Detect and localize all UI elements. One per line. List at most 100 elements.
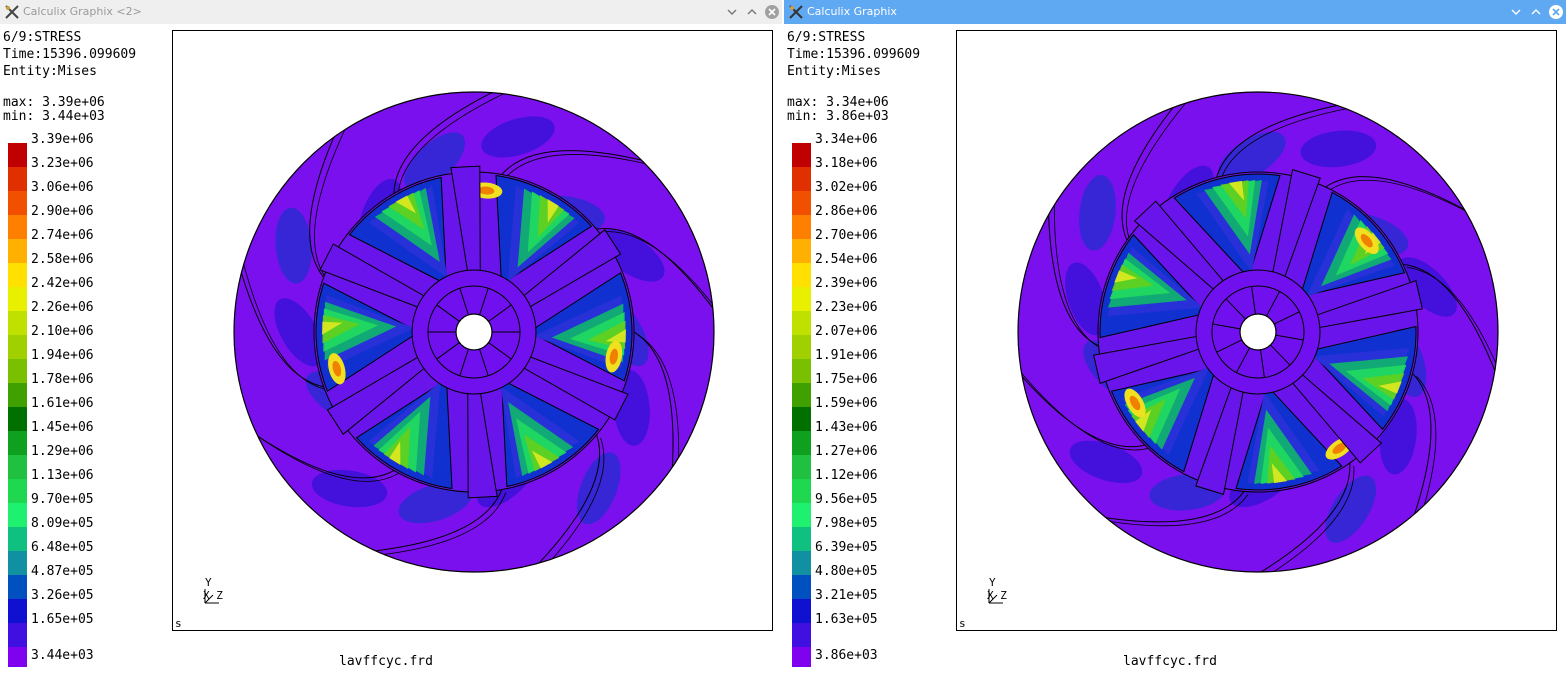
legend-label: 3.26e+05 (31, 588, 94, 603)
time-label: Time:15396.099609 (3, 47, 137, 62)
corner-mark: s (959, 617, 966, 630)
legend-swatch (792, 215, 811, 239)
legend-swatch (8, 359, 27, 383)
legend-swatch (792, 455, 811, 479)
legend-swatch (792, 503, 811, 527)
legend-label: 6.48e+05 (31, 540, 94, 555)
close-icon[interactable] (764, 4, 780, 20)
close-icon[interactable] (1548, 4, 1564, 20)
minimize-icon[interactable] (724, 4, 740, 20)
legend-label: 1.13e+06 (31, 468, 94, 483)
legend-swatch (792, 167, 811, 191)
legend-label: 1.78e+06 (31, 372, 94, 387)
legend-swatch (792, 551, 811, 575)
legend-swatch (8, 503, 27, 527)
legend-label: 4.80e+05 (815, 564, 878, 579)
legend-label: 3.02e+06 (815, 180, 878, 195)
legend-label: 3.06e+06 (31, 180, 94, 195)
titlebar[interactable]: Calculix Graphix (784, 0, 1566, 24)
app-icon (5, 5, 19, 19)
legend-label: 2.42e+06 (31, 276, 94, 291)
legend-swatch (8, 167, 27, 191)
legend-swatch (8, 647, 27, 667)
legend-swatch (8, 287, 27, 311)
legend-swatch (8, 527, 27, 551)
window-title: Calculix Graphix <2> (23, 5, 142, 18)
legend-swatch (8, 335, 27, 359)
legend-row: 3.44e+03 (8, 647, 128, 671)
axis-y-label: Y (205, 576, 212, 589)
legend-swatch (8, 143, 27, 167)
legend-swatch (792, 431, 811, 455)
legend-label: 8.09e+05 (31, 516, 94, 531)
legend-swatch (792, 383, 811, 407)
legend-label: 3.44e+03 (31, 648, 94, 663)
titlebar[interactable]: Calculix Graphix <2> (0, 0, 782, 24)
window-left: Calculix Graphix <2> 6/9:STRESS Time:1539… (0, 0, 782, 695)
legend-label: 2.86e+06 (815, 204, 878, 219)
window-right: Calculix Graphix 6/9:STRESS Time:15396.09… (784, 0, 1566, 695)
legend-label: 1.63e+05 (815, 612, 878, 627)
graphics-viewport[interactable]: Y X Z s (956, 30, 1557, 631)
legend-label: 1.59e+06 (815, 396, 878, 411)
legend-row: 1.65e+05 (8, 612, 128, 647)
legend-swatch (792, 335, 811, 359)
impeller-model[interactable] (957, 31, 1556, 630)
legend-label: 1.94e+06 (31, 348, 94, 363)
legend-label: 1.29e+06 (31, 444, 94, 459)
legend-label: 1.65e+05 (31, 612, 94, 627)
maximize-icon[interactable] (1528, 4, 1544, 20)
legend-label: 9.70e+05 (31, 492, 94, 507)
impeller-model[interactable] (173, 31, 772, 630)
legend-swatch (792, 623, 811, 647)
result-info: 6/9:STRESS Time:15396.099609 Entity:Mises (787, 29, 920, 80)
filename-label: lavffcyc.frd (1123, 654, 1217, 669)
legend-label: 1.91e+06 (815, 348, 878, 363)
legend-label: 9.56e+05 (815, 492, 878, 507)
legend-swatch (8, 407, 27, 431)
legend-swatch (8, 623, 27, 647)
legend-swatch (8, 239, 27, 263)
legend-swatch (8, 479, 27, 503)
legend-swatch (8, 455, 27, 479)
legend-swatch (792, 263, 811, 287)
legend-swatch (792, 287, 811, 311)
legend-label: 1.45e+06 (31, 420, 94, 435)
minimize-icon[interactable] (1508, 4, 1524, 20)
legend-label: 2.39e+06 (815, 276, 878, 291)
legend-label: 1.27e+06 (815, 444, 878, 459)
legend-swatch (8, 551, 27, 575)
legend-swatch (792, 239, 811, 263)
legend-label: 2.74e+06 (31, 228, 94, 243)
legend-label: 3.21e+05 (815, 588, 878, 603)
legend-label: 3.86e+03 (815, 648, 878, 663)
legend-label: 6.39e+05 (815, 540, 878, 555)
maximize-icon[interactable] (744, 4, 760, 20)
time-label: Time:15396.099609 (787, 47, 921, 62)
axis-xz-label: X Z (203, 589, 223, 602)
legend-label: 3.34e+06 (815, 132, 878, 147)
legend-swatch (8, 599, 27, 623)
legend-swatch (792, 479, 811, 503)
legend-row: 3.86e+03 (792, 647, 912, 671)
legend-label: 1.12e+06 (815, 468, 878, 483)
legend-label: 2.10e+06 (31, 324, 94, 339)
graphics-viewport[interactable]: Y X Z s (172, 30, 773, 631)
entity-label: Entity:Mises (787, 64, 881, 79)
legend-label: 3.18e+06 (815, 156, 878, 171)
legend-swatch (8, 263, 27, 287)
legend-label: 3.23e+06 (31, 156, 94, 171)
step-label: 6/9:STRESS (787, 30, 866, 45)
legend-label: 1.61e+06 (31, 396, 94, 411)
legend-label: 7.98e+05 (815, 516, 878, 531)
legend-label: 3.39e+06 (31, 132, 94, 147)
result-info: 6/9:STRESS Time:15396.099609 Entity:Mises (3, 29, 136, 80)
min-label: min: 3.44e+03 (3, 109, 105, 124)
max-label: max: 3.34e+06 (787, 95, 889, 110)
legend-swatch (8, 431, 27, 455)
legend-label: 1.75e+06 (815, 372, 878, 387)
max-label: max: 3.39e+06 (3, 95, 105, 110)
legend-swatch (792, 527, 811, 551)
legend-swatch (792, 647, 811, 667)
step-label: 6/9:STRESS (3, 30, 82, 45)
